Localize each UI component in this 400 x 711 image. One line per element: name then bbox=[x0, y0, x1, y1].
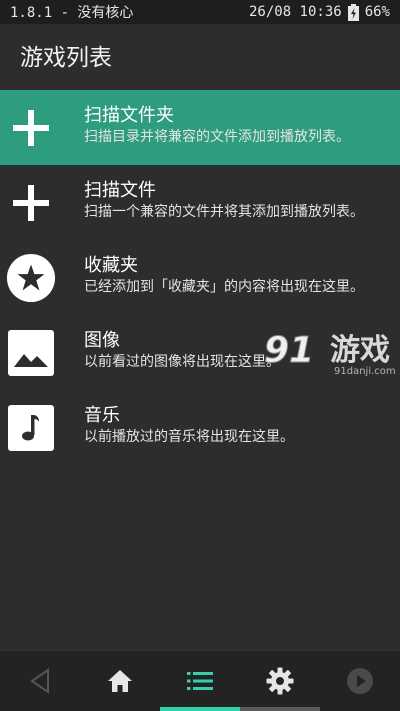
menu-item-text: 扫描文件 扫描一个兼容的文件并将其添加到播放列表。 bbox=[84, 179, 364, 221]
menu-item-subtitle: 以前看过的图像将出现在这里。 bbox=[84, 354, 280, 370]
menu-item-images[interactable]: 图像 以前看过的图像将出现在这里。 bbox=[0, 315, 400, 390]
menu-item-subtitle: 扫描目录并将兼容的文件添加到播放列表。 bbox=[84, 129, 350, 145]
menu-item-title: 音乐 bbox=[84, 405, 120, 426]
battery-charging-icon bbox=[347, 3, 359, 21]
nav-back-button[interactable] bbox=[0, 651, 80, 711]
status-bar: 1.8.1 - 没有核心 26/08 10:36 66% bbox=[0, 0, 400, 24]
gear-icon bbox=[266, 667, 294, 695]
plus-icon bbox=[6, 103, 56, 153]
menu-item-text: 图像 以前看过的图像将出现在这里。 bbox=[84, 329, 280, 371]
menu-item-subtitle: 以前播放过的音乐将出现在这里。 bbox=[84, 429, 294, 445]
menu-item-title: 扫描文件夹 bbox=[84, 105, 174, 126]
menu-item-favorites[interactable]: 收藏夹 已经添加到「收藏夹」的内容将出现在这里。 bbox=[0, 240, 400, 315]
status-right: 26/08 10:36 66% bbox=[248, 3, 390, 21]
menu-item-text: 收藏夹 已经添加到「收藏夹」的内容将出现在这里。 bbox=[84, 254, 364, 296]
image-icon bbox=[6, 328, 56, 378]
menu-item-subtitle: 扫描一个兼容的文件并将其添加到播放列表。 bbox=[84, 204, 364, 220]
battery-level: 66% bbox=[364, 4, 390, 20]
menu-item-title: 收藏夹 bbox=[84, 255, 138, 276]
menu-item-text: 音乐 以前播放过的音乐将出现在这里。 bbox=[84, 404, 294, 446]
nav-active-indicator bbox=[160, 707, 240, 711]
home-icon bbox=[108, 670, 132, 692]
page-title: 游戏列表 bbox=[20, 45, 112, 71]
list-icon bbox=[187, 672, 213, 690]
app-version-status: 1.8.1 - 没有核心 bbox=[10, 5, 134, 21]
nav-tab-underline bbox=[240, 707, 320, 711]
bottom-nav bbox=[0, 650, 400, 711]
nav-resume-button[interactable] bbox=[320, 651, 400, 711]
back-icon bbox=[30, 668, 49, 694]
music-note-icon bbox=[6, 403, 56, 453]
nav-home-button[interactable] bbox=[80, 651, 160, 711]
menu-item-music[interactable]: 音乐 以前播放过的音乐将出现在这里。 bbox=[0, 390, 400, 465]
datetime: 26/08 10:36 bbox=[248, 4, 342, 20]
menu-item-title: 图像 bbox=[84, 330, 120, 351]
menu-item-title: 扫描文件 bbox=[84, 180, 156, 201]
header: 游戏列表 bbox=[0, 24, 400, 86]
menu-item-subtitle: 已经添加到「收藏夹」的内容将出现在这里。 bbox=[84, 279, 364, 295]
play-icon bbox=[347, 668, 373, 694]
menu-list: 扫描文件夹 扫描目录并将兼容的文件添加到播放列表。 扫描文件 扫描一个兼容的文件… bbox=[0, 90, 400, 465]
plus-icon bbox=[6, 178, 56, 228]
star-icon bbox=[6, 253, 56, 303]
menu-item-scan-folder[interactable]: 扫描文件夹 扫描目录并将兼容的文件添加到播放列表。 bbox=[0, 90, 400, 165]
nav-list-button[interactable] bbox=[160, 651, 240, 711]
menu-item-text: 扫描文件夹 扫描目录并将兼容的文件添加到播放列表。 bbox=[84, 104, 350, 146]
menu-item-scan-file[interactable]: 扫描文件 扫描一个兼容的文件并将其添加到播放列表。 bbox=[0, 165, 400, 240]
nav-settings-button[interactable] bbox=[240, 651, 320, 711]
